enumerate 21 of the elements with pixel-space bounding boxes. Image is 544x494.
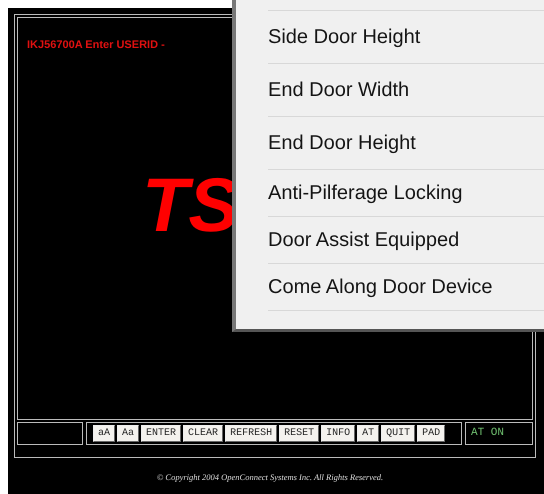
list-item[interactable]: Come Along Door Device [268,263,544,310]
list-item[interactable]: Anti-Pilferage Locking [268,169,544,216]
toolbar-button[interactable]: Aa [117,425,140,442]
toolbar-button[interactable]: AT [357,425,380,442]
list-item[interactable]: End Door Height [268,116,544,169]
toolbar-button[interactable]: CLEAR [183,425,224,442]
status-cell [17,422,83,445]
status-indicator: AT ON [465,422,533,445]
toolbar-button[interactable]: RESET [279,425,320,442]
copyright-text: © Copyright 2004 OpenConnect Systems Inc. All Rights Reserved. [156,472,384,482]
toolbar-button[interactable]: aA [93,425,116,442]
list-item[interactable]: Side Door Height [268,10,544,63]
toolbar-button[interactable]: PAD [417,425,446,442]
list-item[interactable]: Door Assist Equipped [268,216,544,263]
terminal-message: IKJ56700A Enter USERID - [27,39,165,51]
toolbar-button[interactable]: INFO [321,425,356,442]
logo-text: TS [142,168,240,244]
toolbar-button[interactable]: QUIT [381,425,416,442]
toolbar-button[interactable]: REFRESH [225,425,278,442]
list-item[interactable]: End Door Width [268,63,544,116]
toolbar-button[interactable]: ENTER [141,425,182,442]
